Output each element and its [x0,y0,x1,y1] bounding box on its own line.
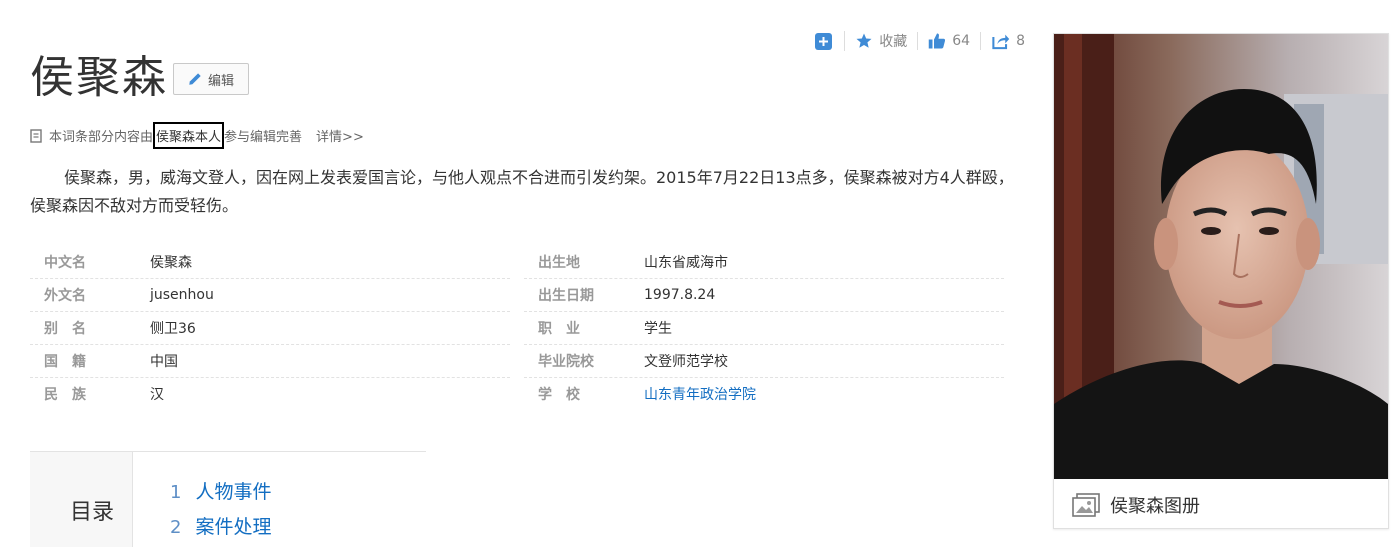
info-value: 侧卫36 [150,321,196,337]
catalog-item-number: 2 [170,517,182,538]
info-value: 中国 [150,354,178,370]
thumbs-up-icon [929,33,946,49]
contrib-person-link[interactable]: 侯聚森本人 [153,122,225,149]
summary-pic-card: 侯聚森图册 [1053,33,1389,529]
info-row: 国 籍 中国 [30,345,510,378]
action-bar: 收藏 64 8 [805,30,1035,52]
catalog-item-text: 人物事件 [195,481,272,503]
portrait-photo[interactable] [1054,34,1388,479]
info-key: 别 名 [44,321,86,337]
info-row: 毕业院校 文登师范学校 [524,345,1004,378]
star-icon [856,33,872,48]
info-key: 学 校 [538,387,580,403]
document-icon [30,128,42,143]
table-of-contents: 目录 1 人物事件 2 案件处理 [30,451,426,547]
page-title: 侯聚森 [30,52,168,103]
info-key: 中文名 [44,255,86,271]
info-value: 山东省威海市 [644,255,728,271]
summary-text: 侯聚森，男，威海文登人，因在网上发表爱国言论，与他人观点不合进而引发约架。201… [30,168,1014,215]
gallery-icon [1072,493,1100,517]
contributor-line: 本词条部分内容由 侯聚森本人 参与编辑完善 详情>> [30,122,364,149]
info-key: 毕业院校 [538,354,594,370]
plus-icon [815,32,833,50]
album-label: 侯聚森图册 [1110,496,1200,517]
info-value: 学生 [644,321,672,337]
school-link[interactable]: 山东青年政治学院 [644,384,756,404]
info-row: 学 校 山东青年政治学院 [524,378,1004,410]
portrait-image [1054,34,1388,479]
info-value: 1997.8.24 [644,287,716,303]
contrib-prefix: 本词条部分内容由 [49,130,154,145]
info-value: 文登师范学校 [644,354,728,370]
info-key: 民 族 [44,387,86,403]
info-value: jusenhou [150,287,214,303]
like-count: 64 [952,33,971,49]
contrib-suffix: 参与编辑完善 [224,130,303,145]
info-row: 别 名 侧卫36 [30,312,510,345]
info-key: 出生日期 [538,288,594,304]
info-column-right: 出生地 山东省威海市 出生日期 1997.8.24 职 业 学生 毕业院校 文登师范学校… [524,246,1004,410]
info-row: 出生日期 1997.8.24 [524,279,1004,312]
favorite-label: 收藏 [879,34,908,50]
catalog-label-box: 目录 [30,452,133,547]
edit-button[interactable]: 编辑 [173,63,249,95]
pencil-icon [189,73,201,85]
detail-link[interactable]: 详情>> [316,126,364,145]
catalog-item-text: 案件处理 [195,516,272,538]
edit-label: 编辑 [207,73,234,89]
info-row: 中文名 侯聚森 [30,246,510,279]
catalog-item-number: 1 [170,482,182,503]
info-key: 职 业 [538,321,580,337]
like-button[interactable]: 64 [917,32,980,50]
info-key: 外文名 [44,288,86,304]
info-value: 汉 [150,387,164,403]
catalog-label: 目录 [70,500,115,525]
info-key: 出生地 [538,255,580,271]
info-key: 国 籍 [44,354,86,370]
share-icon [992,34,1010,50]
add-button[interactable] [805,32,844,50]
info-row: 出生地 山东省威海市 [524,246,1004,279]
info-row: 民 族汉 [30,378,510,410]
info-value: 侯聚森 [150,255,192,271]
catalog-item-1[interactable]: 1 人物事件 [170,477,271,504]
album-link[interactable]: 侯聚森图册 [1072,492,1200,518]
share-button[interactable]: 8 [980,32,1035,50]
favorite-button[interactable]: 收藏 [844,31,917,51]
info-row: 职 业 学生 [524,312,1004,345]
catalog-item-2[interactable]: 2 案件处理 [170,512,271,539]
share-count: 8 [1016,33,1025,49]
info-row: 外文名 jusenhou [30,279,510,312]
info-column-left: 中文名 侯聚森 外文名 jusenhou 别 名 侧卫36 国 籍 中国 民 族 汉 [30,246,510,410]
